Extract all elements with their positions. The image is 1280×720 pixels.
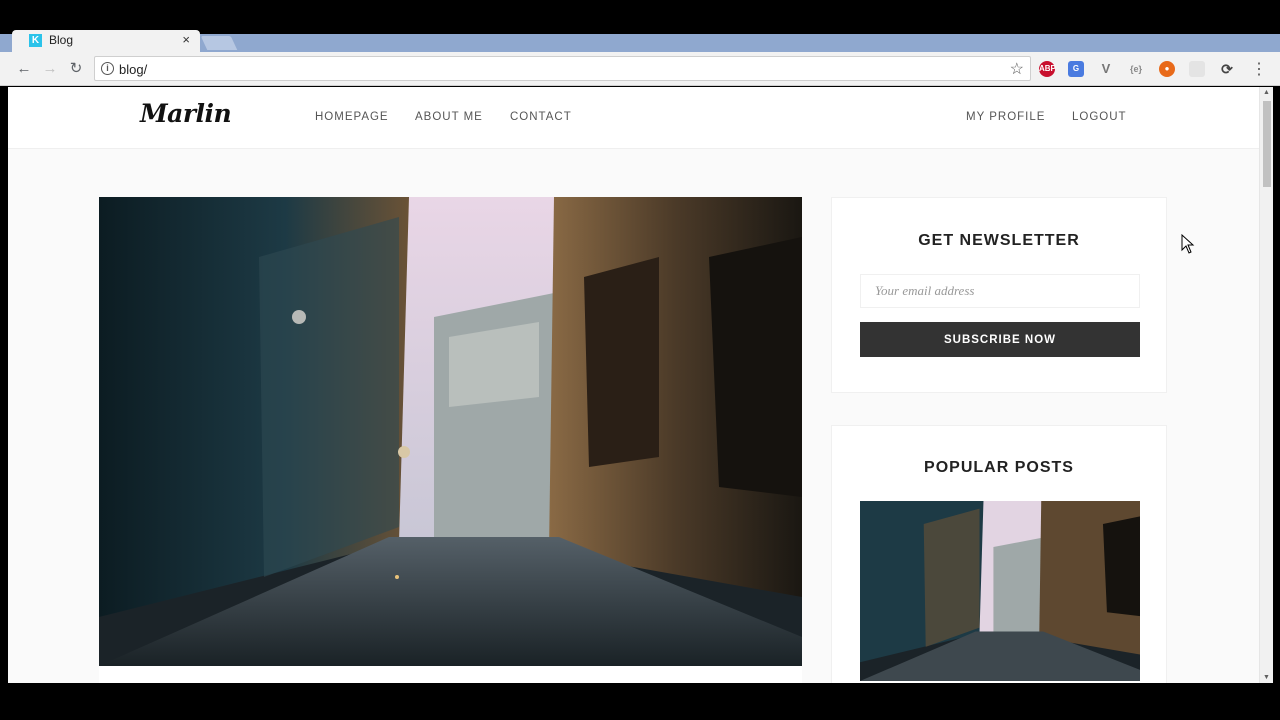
popular-posts-widget: POPULAR POSTS	[831, 425, 1167, 683]
popular-posts-title: POPULAR POSTS	[924, 459, 1074, 476]
site-logo[interactable]: Marlin	[140, 99, 232, 128]
sync-icon[interactable]: ⟳	[1219, 61, 1235, 77]
scroll-up-icon[interactable]: ▲	[1263, 89, 1270, 96]
menu-icon[interactable]: ⋮	[1251, 59, 1267, 79]
newsletter-title: GET NEWSLETTER	[918, 232, 1080, 249]
reload-icon[interactable]: ↻	[66, 59, 86, 79]
favicon-icon: K	[29, 34, 42, 47]
tab-title: Blog	[49, 33, 74, 47]
paw-icon[interactable]: ●	[1159, 61, 1175, 77]
json-icon[interactable]: {e}	[1128, 61, 1144, 77]
post-card	[99, 666, 802, 683]
nav-about-me[interactable]: ABOUT ME	[415, 111, 483, 123]
page-viewport: Marlin HOMEPAGE ABOUT ME CONTACT MY PROF…	[8, 87, 1259, 683]
nav-logout[interactable]: LOGOUT	[1072, 111, 1127, 123]
email-input[interactable]	[860, 274, 1140, 308]
vimium-icon[interactable]: V	[1098, 61, 1114, 77]
translate-icon[interactable]: G	[1068, 61, 1084, 77]
street-photo	[99, 197, 802, 666]
cloud-icon[interactable]	[1189, 61, 1205, 77]
newsletter-widget: GET NEWSLETTER SUBSCRIBE NOW	[831, 197, 1167, 393]
screen: K Blog × ← → ↻ i blog/ ☆ ABP G V {e} ● ⟳…	[0, 0, 1280, 720]
subscribe-button[interactable]: SUBSCRIBE NOW	[860, 322, 1140, 357]
mouse-cursor-icon	[1181, 234, 1195, 254]
street-photo-thumb	[860, 501, 1140, 681]
scrollbar-thumb[interactable]	[1263, 101, 1271, 187]
nav-my-profile[interactable]: MY PROFILE	[966, 111, 1045, 123]
nav-contact[interactable]: CONTACT	[510, 111, 572, 123]
page-scrollbar[interactable]: ▲ ▼	[1259, 87, 1273, 683]
forward-icon[interactable]: →	[40, 59, 60, 79]
url-text[interactable]: blog/	[119, 62, 147, 77]
address-bar[interactable]: i blog/ ☆	[94, 56, 1031, 81]
post-featured-image[interactable]	[99, 197, 802, 666]
info-icon[interactable]: i	[101, 62, 114, 75]
browser-tab[interactable]: K Blog ×	[12, 30, 200, 52]
bookmark-star-icon[interactable]: ☆	[1010, 59, 1024, 79]
adblock-icon[interactable]: ABP	[1039, 61, 1056, 77]
back-icon[interactable]: ←	[14, 59, 34, 79]
new-tab-button[interactable]	[200, 36, 238, 50]
nav-homepage[interactable]: HOMEPAGE	[315, 111, 389, 123]
popular-post-thumbnail[interactable]	[860, 501, 1140, 681]
scroll-down-icon[interactable]: ▼	[1263, 674, 1270, 681]
browser-toolbar: ← → ↻ i blog/ ☆ ABP G V {e} ● ⟳ ⋮	[0, 52, 1280, 86]
close-tab-icon[interactable]: ×	[182, 32, 190, 47]
site-header: Marlin HOMEPAGE ABOUT ME CONTACT MY PROF…	[8, 87, 1259, 149]
